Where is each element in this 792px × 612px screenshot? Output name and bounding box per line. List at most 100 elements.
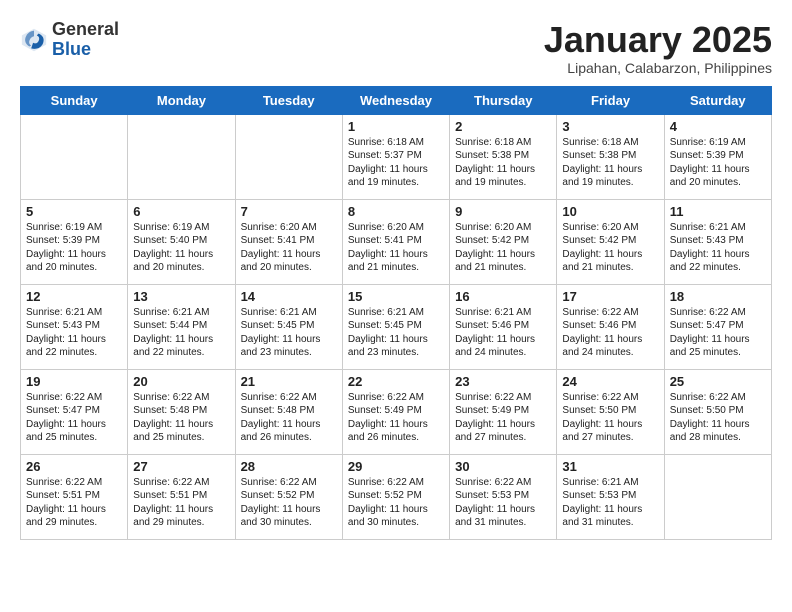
day-header-wednesday: Wednesday <box>342 86 449 114</box>
calendar-cell-day-13: 13 Sunrise: 6:21 AM Sunset: 5:44 PM Dayli… <box>128 284 235 369</box>
day-number: 25 <box>670 374 766 389</box>
calendar-cell-empty <box>664 454 771 539</box>
day-info: Sunrise: 6:21 AM Sunset: 5:43 PM Dayligh… <box>670 221 766 275</box>
day-number: 12 <box>26 289 122 304</box>
calendar-cell-day-29: 29 Sunrise: 6:22 AM Sunset: 5:52 PM Dayli… <box>342 454 449 539</box>
day-number: 6 <box>133 204 229 219</box>
day-number: 7 <box>241 204 337 219</box>
calendar-cell-empty <box>128 114 235 199</box>
calendar-cell-day-11: 11 Sunrise: 6:21 AM Sunset: 5:43 PM Dayli… <box>664 199 771 284</box>
day-info: Sunrise: 6:22 AM Sunset: 5:51 PM Dayligh… <box>26 476 122 530</box>
location: Lipahan, Calabarzon, Philippines <box>544 60 772 76</box>
day-header-monday: Monday <box>128 86 235 114</box>
calendar-cell-day-24: 24Sunrise: 6:22 AM Sunset: 5:50 PM Dayli… <box>557 369 664 454</box>
day-info: Sunrise: 6:21 AM Sunset: 5:43 PM Dayligh… <box>26 306 122 360</box>
calendar-cell-day-4: 4 Sunrise: 6:19 AM Sunset: 5:39 PM Daylig… <box>664 114 771 199</box>
week-row-4: 26 Sunrise: 6:22 AM Sunset: 5:51 PM Dayli… <box>21 454 772 539</box>
day-info: Sunrise: 6:22 AM Sunset: 5:52 PM Dayligh… <box>348 476 444 530</box>
calendar-cell-day-20: 20Sunrise: 6:22 AM Sunset: 5:48 PM Dayli… <box>128 369 235 454</box>
day-info: Sunrise: 6:21 AM Sunset: 5:45 PM Dayligh… <box>348 306 444 360</box>
calendar-cell-day-19: 19Sunrise: 6:22 AM Sunset: 5:47 PM Dayli… <box>21 369 128 454</box>
day-info: Sunrise: 6:22 AM Sunset: 5:53 PM Dayligh… <box>455 476 551 530</box>
day-number: 1 <box>348 119 444 134</box>
day-header-tuesday: Tuesday <box>235 86 342 114</box>
calendar-cell-day-25: 25 Sunrise: 6:22 AM Sunset: 5:50 PM Dayli… <box>664 369 771 454</box>
day-number: 10 <box>562 204 658 219</box>
day-number: 11 <box>670 204 766 219</box>
calendar-cell-day-2: 2Sunrise: 6:18 AM Sunset: 5:38 PM Daylig… <box>450 114 557 199</box>
day-number: 17 <box>562 289 658 304</box>
day-number: 29 <box>348 459 444 474</box>
calendar-cell-day-26: 26 Sunrise: 6:22 AM Sunset: 5:51 PM Dayli… <box>21 454 128 539</box>
day-number: 19 <box>26 374 122 389</box>
day-number: 13 <box>133 289 229 304</box>
day-header-sunday: Sunday <box>21 86 128 114</box>
day-number: 18 <box>670 289 766 304</box>
calendar-cell-day-22: 22 Sunrise: 6:22 AM Sunset: 5:49 PM Dayli… <box>342 369 449 454</box>
day-info: Sunrise: 6:20 AM Sunset: 5:41 PM Dayligh… <box>241 221 337 275</box>
day-info: Sunrise: 6:22 AM Sunset: 5:49 PM Dayligh… <box>455 391 551 445</box>
day-number: 8 <box>348 204 444 219</box>
calendar-table: SundayMondayTuesdayWednesdayThursdayFrid… <box>20 86 772 540</box>
calendar-cell-day-5: 5 Sunrise: 6:19 AM Sunset: 5:39 PM Daylig… <box>21 199 128 284</box>
calendar-cell-day-12: 12 Sunrise: 6:21 AM Sunset: 5:43 PM Dayli… <box>21 284 128 369</box>
day-info: Sunrise: 6:22 AM Sunset: 5:47 PM Dayligh… <box>670 306 766 360</box>
week-row-1: 5 Sunrise: 6:19 AM Sunset: 5:39 PM Daylig… <box>21 199 772 284</box>
day-number: 31 <box>562 459 658 474</box>
day-info: Sunrise: 6:22 AM Sunset: 5:49 PM Dayligh… <box>348 391 444 445</box>
day-info: Sunrise: 6:22 AM Sunset: 5:52 PM Dayligh… <box>241 476 337 530</box>
day-number: 15 <box>348 289 444 304</box>
calendar-cell-day-7: 7 Sunrise: 6:20 AM Sunset: 5:41 PM Daylig… <box>235 199 342 284</box>
day-number: 5 <box>26 204 122 219</box>
day-info: Sunrise: 6:21 AM Sunset: 5:44 PM Dayligh… <box>133 306 229 360</box>
day-number: 4 <box>670 119 766 134</box>
day-number: 30 <box>455 459 551 474</box>
day-info: Sunrise: 6:22 AM Sunset: 5:50 PM Dayligh… <box>670 391 766 445</box>
day-info: Sunrise: 6:21 AM Sunset: 5:46 PM Dayligh… <box>455 306 551 360</box>
calendar-cell-day-16: 16 Sunrise: 6:21 AM Sunset: 5:46 PM Dayli… <box>450 284 557 369</box>
calendar-cell-day-15: 15 Sunrise: 6:21 AM Sunset: 5:45 PM Dayli… <box>342 284 449 369</box>
day-info: Sunrise: 6:21 AM Sunset: 5:45 PM Dayligh… <box>241 306 337 360</box>
title-section: January 2025 Lipahan, Calabarzon, Philip… <box>544 20 772 76</box>
calendar-cell-day-28: 28Sunrise: 6:22 AM Sunset: 5:52 PM Dayli… <box>235 454 342 539</box>
day-number: 16 <box>455 289 551 304</box>
day-number: 22 <box>348 374 444 389</box>
day-info: Sunrise: 6:19 AM Sunset: 5:39 PM Dayligh… <box>26 221 122 275</box>
day-info: Sunrise: 6:22 AM Sunset: 5:48 PM Dayligh… <box>133 391 229 445</box>
day-info: Sunrise: 6:18 AM Sunset: 5:38 PM Dayligh… <box>562 136 658 190</box>
day-info: Sunrise: 6:21 AM Sunset: 5:53 PM Dayligh… <box>562 476 658 530</box>
day-info: Sunrise: 6:22 AM Sunset: 5:51 PM Dayligh… <box>133 476 229 530</box>
day-number: 14 <box>241 289 337 304</box>
calendar-cell-day-10: 10 Sunrise: 6:20 AM Sunset: 5:42 PM Dayli… <box>557 199 664 284</box>
calendar-cell-day-30: 30 Sunrise: 6:22 AM Sunset: 5:53 PM Dayli… <box>450 454 557 539</box>
day-info: Sunrise: 6:19 AM Sunset: 5:39 PM Dayligh… <box>670 136 766 190</box>
day-number: 27 <box>133 459 229 474</box>
page-header: General Blue January 2025 Lipahan, Calab… <box>20 20 772 76</box>
logo-blue-text: Blue <box>52 39 91 59</box>
day-info: Sunrise: 6:22 AM Sunset: 5:50 PM Dayligh… <box>562 391 658 445</box>
day-info: Sunrise: 6:20 AM Sunset: 5:42 PM Dayligh… <box>562 221 658 275</box>
calendar-cell-day-27: 27 Sunrise: 6:22 AM Sunset: 5:51 PM Dayli… <box>128 454 235 539</box>
day-number: 9 <box>455 204 551 219</box>
day-number: 26 <box>26 459 122 474</box>
day-info: Sunrise: 6:22 AM Sunset: 5:46 PM Dayligh… <box>562 306 658 360</box>
week-row-3: 19Sunrise: 6:22 AM Sunset: 5:47 PM Dayli… <box>21 369 772 454</box>
calendar-cell-empty <box>21 114 128 199</box>
calendar-cell-day-18: 18 Sunrise: 6:22 AM Sunset: 5:47 PM Dayli… <box>664 284 771 369</box>
day-number: 23 <box>455 374 551 389</box>
logo: General Blue <box>20 20 119 60</box>
day-info: Sunrise: 6:22 AM Sunset: 5:48 PM Dayligh… <box>241 391 337 445</box>
calendar-cell-day-14: 14 Sunrise: 6:21 AM Sunset: 5:45 PM Dayli… <box>235 284 342 369</box>
calendar-cell-empty <box>235 114 342 199</box>
day-info: Sunrise: 6:19 AM Sunset: 5:40 PM Dayligh… <box>133 221 229 275</box>
day-info: Sunrise: 6:20 AM Sunset: 5:41 PM Dayligh… <box>348 221 444 275</box>
month-title: January 2025 <box>544 20 772 60</box>
day-info: Sunrise: 6:18 AM Sunset: 5:37 PM Dayligh… <box>348 136 444 190</box>
day-number: 3 <box>562 119 658 134</box>
calendar-cell-day-9: 9 Sunrise: 6:20 AM Sunset: 5:42 PM Daylig… <box>450 199 557 284</box>
calendar-cell-day-21: 21Sunrise: 6:22 AM Sunset: 5:48 PM Dayli… <box>235 369 342 454</box>
day-header-friday: Friday <box>557 86 664 114</box>
calendar-cell-day-8: 8 Sunrise: 6:20 AM Sunset: 5:41 PM Daylig… <box>342 199 449 284</box>
day-info: Sunrise: 6:20 AM Sunset: 5:42 PM Dayligh… <box>455 221 551 275</box>
calendar-cell-day-3: 3 Sunrise: 6:18 AM Sunset: 5:38 PM Daylig… <box>557 114 664 199</box>
